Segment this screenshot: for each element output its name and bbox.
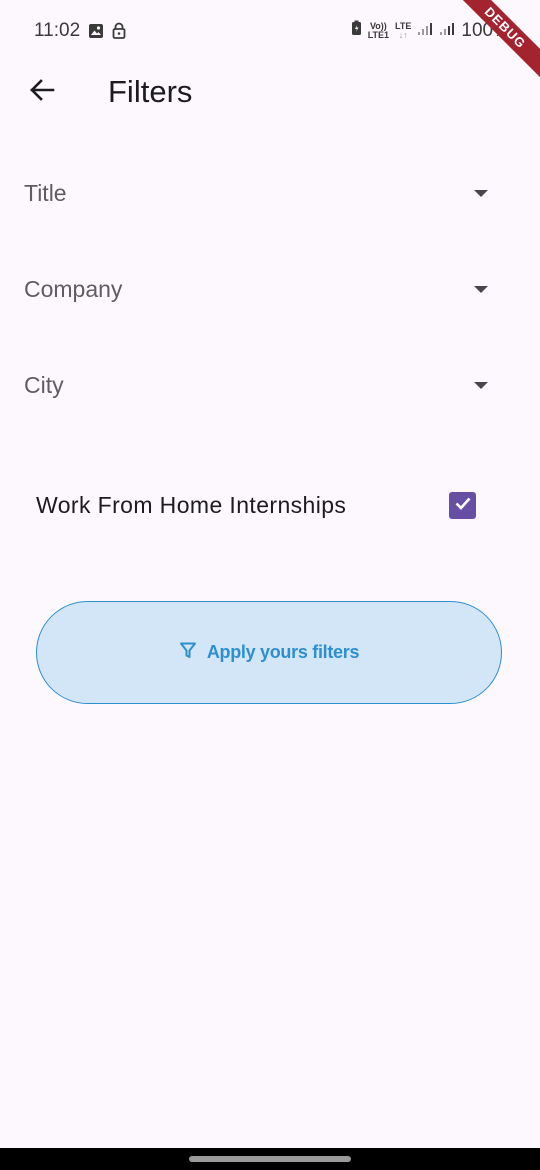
caret-down-icon (474, 285, 488, 293)
work-from-home-row[interactable]: Work From Home Internships (36, 480, 480, 530)
app-bar: Filters (0, 64, 540, 120)
volte-indicator: Vo)) LTE1 (367, 21, 390, 40)
title-dropdown[interactable]: Title (24, 168, 496, 218)
caret-down-icon (474, 189, 488, 197)
company-dropdown[interactable]: Company (24, 264, 496, 314)
filter-icon (179, 641, 197, 664)
signal-icon (417, 20, 433, 42)
lte-indicator: LTE ↓↑ (395, 21, 412, 40)
status-time: 11:02 (34, 20, 81, 41)
apply-filters-button[interactable]: Apply yours filters (36, 601, 502, 704)
image-icon (88, 23, 104, 44)
dropdown-label: Company (24, 275, 123, 302)
page-title: Filters (108, 74, 193, 109)
dropdown-label: City (24, 371, 64, 398)
check-icon (453, 493, 473, 518)
status-bar: 11:02 Vo)) LTE1 LTE ↓↑ 100% (0, 0, 540, 64)
city-dropdown[interactable]: City (24, 360, 496, 410)
work-from-home-label: Work From Home Internships (36, 491, 347, 518)
system-nav-bar (0, 1148, 540, 1170)
lock-icon (112, 22, 126, 44)
status-left-icons (88, 22, 126, 44)
work-from-home-checkbox[interactable] (449, 491, 476, 519)
signal-icon (439, 20, 455, 42)
back-button[interactable] (22, 72, 62, 112)
home-gesture-handle[interactable] (189, 1156, 351, 1162)
battery-saver-icon (351, 20, 362, 42)
apply-filters-label: Apply yours filters (206, 642, 360, 662)
arrow-left-icon (28, 76, 56, 109)
caret-down-icon (474, 381, 488, 389)
dropdown-label: Title (24, 179, 67, 206)
